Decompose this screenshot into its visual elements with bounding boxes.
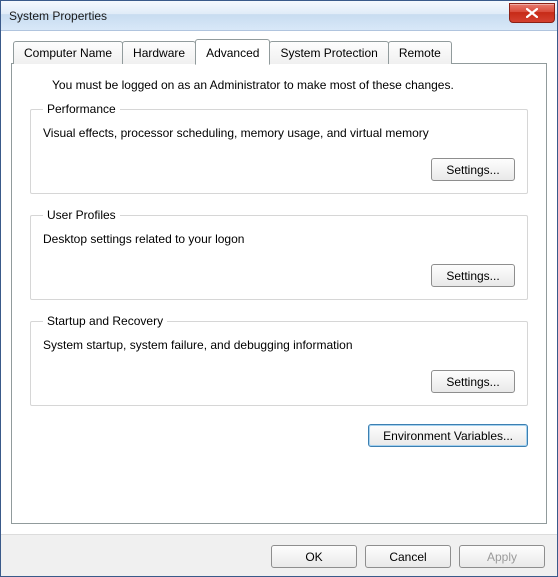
dialog-footer: OK Cancel Apply xyxy=(1,534,557,576)
group-startup-recovery: Startup and Recovery System startup, sys… xyxy=(30,314,528,406)
apply-button[interactable]: Apply xyxy=(459,545,545,568)
tab-remote[interactable]: Remote xyxy=(388,41,452,64)
environment-variables-button[interactable]: Environment Variables... xyxy=(368,424,528,447)
client-area: Computer Name Hardware Advanced System P… xyxy=(1,31,557,534)
tab-computer-name[interactable]: Computer Name xyxy=(13,41,123,64)
close-icon xyxy=(526,8,538,18)
startup-recovery-settings-button[interactable]: Settings... xyxy=(431,370,515,393)
performance-description: Visual effects, processor scheduling, me… xyxy=(43,126,515,140)
tab-hardware[interactable]: Hardware xyxy=(122,41,196,64)
tab-strip: Computer Name Hardware Advanced System P… xyxy=(11,39,547,64)
performance-settings-button[interactable]: Settings... xyxy=(431,158,515,181)
close-button[interactable] xyxy=(509,3,555,23)
titlebar[interactable]: System Properties xyxy=(1,1,557,31)
admin-notice: You must be logged on as an Administrato… xyxy=(52,78,528,92)
tab-system-protection[interactable]: System Protection xyxy=(269,41,388,64)
startup-recovery-description: System startup, system failure, and debu… xyxy=(43,338,515,352)
group-performance: Performance Visual effects, processor sc… xyxy=(30,102,528,194)
tab-advanced[interactable]: Advanced xyxy=(195,39,270,65)
group-user-profiles: User Profiles Desktop settings related t… xyxy=(30,208,528,300)
tab-panel-advanced: You must be logged on as an Administrato… xyxy=(11,63,547,524)
ok-button[interactable]: OK xyxy=(271,545,357,568)
cancel-button[interactable]: Cancel xyxy=(365,545,451,568)
user-profiles-settings-button[interactable]: Settings... xyxy=(431,264,515,287)
user-profiles-description: Desktop settings related to your logon xyxy=(43,232,515,246)
group-performance-legend: Performance xyxy=(43,102,120,116)
system-properties-window: System Properties Computer Name Hardware… xyxy=(0,0,558,577)
window-title: System Properties xyxy=(9,9,107,23)
group-user-profiles-legend: User Profiles xyxy=(43,208,120,222)
group-startup-recovery-legend: Startup and Recovery xyxy=(43,314,167,328)
